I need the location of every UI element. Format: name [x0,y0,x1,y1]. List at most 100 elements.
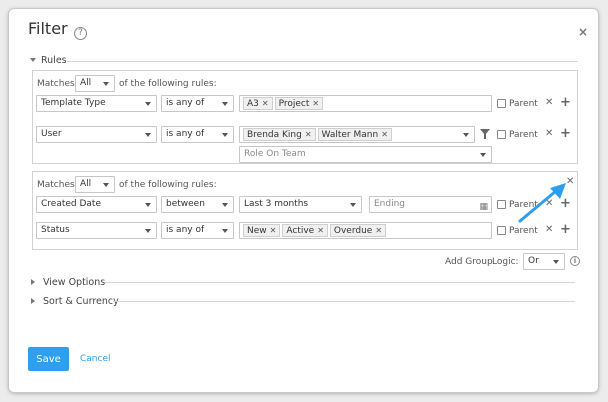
chip-remove-icon[interactable]: ✕ [381,130,388,139]
field-select-value: Created Date [41,199,101,209]
chevron-down-icon [145,102,151,106]
value-multiselect[interactable]: New ✕ Active ✕ Overdue ✕ [239,222,492,239]
view-options-divider [105,282,575,283]
field-select[interactable]: Status [36,222,157,239]
field-select[interactable]: Template Type [36,95,157,112]
chip-remove-icon[interactable]: ✕ [262,99,269,108]
add-rule-icon[interactable]: + [560,127,571,140]
operator-select-value: is any of [166,225,205,235]
chevron-down-icon [145,229,151,233]
chevron-down-icon [222,203,228,207]
field-select[interactable]: User [36,126,157,143]
logic-label: Logic: [492,257,519,267]
chevron-down-icon [553,260,559,264]
chevron-down-icon [145,133,151,137]
chevron-down-icon [222,133,228,137]
value-chip: New ✕ [243,224,281,237]
value-multiselect[interactable]: A3 ✕ Project ✕ [239,95,492,112]
question-circle-icon[interactable]: ? [74,27,87,40]
arrow-head [550,183,566,199]
value-multiselect[interactable]: Brenda King ✕ Walter Mann ✕ [239,126,475,143]
chip-label: New [247,226,267,236]
annotation-arrow [518,183,566,223]
role-on-team-select[interactable]: Role On Team [239,146,492,163]
save-button[interactable]: Save [28,347,69,371]
parent-checkbox[interactable] [497,200,506,209]
field-select-value: Template Type [41,98,106,108]
chevron-down-icon [30,58,36,62]
add-rule-icon[interactable]: + [560,96,571,109]
parent-checkbox[interactable] [497,226,506,235]
chip-label: A3 [247,99,259,109]
rules-section-toggle[interactable]: Rules [30,55,67,66]
chip-remove-icon[interactable]: ✕ [305,130,312,139]
chevron-down-icon [103,183,109,187]
operator-select-value: is any of [166,129,205,139]
chip-remove-icon[interactable]: ✕ [270,226,277,235]
parent-checkbox[interactable] [497,99,506,108]
match-select[interactable]: All [75,75,115,92]
chip-label: Walter Mann [321,130,379,140]
filter-icon[interactable] [479,128,491,140]
chevron-down-icon [145,203,151,207]
chevron-down-icon [350,203,356,207]
chevron-right-icon [31,298,35,304]
rules-divider [67,61,578,62]
sort-currency-divider [113,301,575,302]
chevron-down-icon [222,229,228,233]
close-icon[interactable]: × [578,26,588,38]
remove-rule-icon[interactable]: ✕ [545,129,553,139]
matches-label: Matches [37,180,75,190]
sort-currency-toggle[interactable]: Sort & Currency [31,296,119,307]
chip-label: Brenda King [247,130,302,140]
chip-remove-icon[interactable]: ✕ [317,226,324,235]
operator-select-value: between [166,199,205,209]
chip-label: Project [278,99,310,109]
parent-label: Parent [509,130,538,140]
chip-label: Active [286,226,315,236]
parent-label: Parent [509,99,538,109]
view-options-toggle[interactable]: View Options [31,277,105,288]
operator-select[interactable]: between [161,196,234,213]
value-chip: Walter Mann ✕ [317,128,392,141]
chip-label: Overdue [333,226,373,236]
chevron-down-icon [103,82,109,86]
match-select[interactable]: All [75,176,115,193]
chevron-down-icon [222,102,228,106]
chevron-right-icon [31,279,35,285]
parent-checkbox[interactable] [497,130,506,139]
operator-select[interactable]: is any of [161,95,234,112]
chevron-down-icon [480,153,486,157]
logic-select-value: Or [528,256,539,266]
operator-select-value: is any of [166,98,205,108]
operator-select[interactable]: is any of [161,222,234,239]
cancel-link[interactable]: Cancel [80,354,111,364]
match-select-value: All [80,179,92,189]
date-range-select[interactable]: Last 3 months [239,196,362,213]
dialog-title: Filter [28,19,68,38]
date-range-value: Last 3 months [244,199,309,209]
info-icon[interactable]: i [570,256,580,266]
matches-label: Matches [37,79,75,89]
rule-group-1: Matches All of the following rules: Temp… [32,70,578,164]
field-select-value: User [41,129,62,139]
add-group-link[interactable]: Add Group [445,257,493,267]
value-chip: A3 ✕ [243,97,273,110]
value-chip: Project ✕ [274,97,324,110]
filter-dialog: Filter ? × Rules Matches All of the foll… [9,9,598,392]
sort-currency-label: Sort & Currency [43,296,119,307]
operator-select[interactable]: is any of [161,126,234,143]
chip-remove-icon[interactable]: ✕ [312,99,319,108]
of-rules-label: of the following rules: [119,180,217,190]
match-select-value: All [80,78,92,88]
remove-rule-icon[interactable]: ✕ [545,98,553,108]
chip-remove-icon[interactable]: ✕ [375,226,382,235]
rule-group-2: Matches All of the following rules: ✕ Cr… [32,171,578,250]
logic-select[interactable]: Or [523,253,565,270]
calendar-icon[interactable]: ▦ [479,200,488,215]
value-chip: Active ✕ [282,224,328,237]
ending-date-input[interactable]: Ending ▦ [369,196,492,213]
value-chip: Overdue ✕ [329,224,387,237]
field-select[interactable]: Created Date [36,196,157,213]
field-select-value: Status [41,225,70,235]
